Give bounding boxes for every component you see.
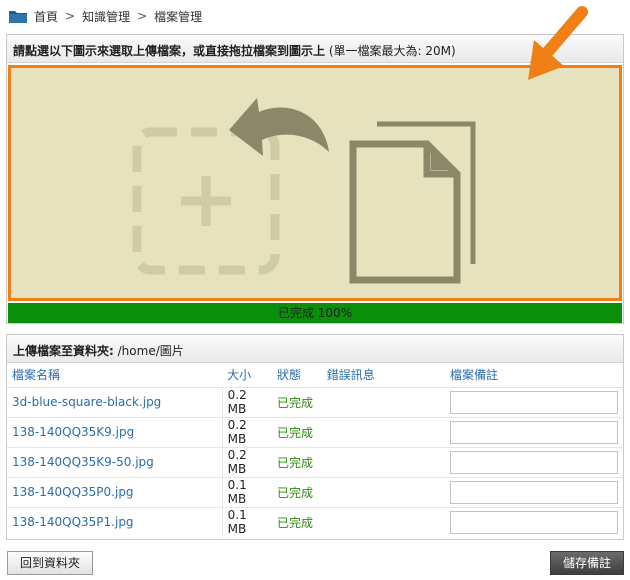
- file-name-link[interactable]: 3d-blue-square-black.jpg: [12, 395, 161, 409]
- file-error: [321, 417, 445, 448]
- upload-size-limit: (單一檔案最大為: 20M): [328, 44, 456, 58]
- file-error: [322, 507, 445, 537]
- upload-destination: 上傳檔案至資料夾: /home/圖片: [7, 335, 623, 363]
- upload-instruction-text: 請點選以下圖示來選取上傳檔案，或直接拖拉檔案到圖示上: [13, 44, 326, 58]
- drop-zone-illustration: [132, 98, 476, 284]
- column-header-size[interactable]: 大小: [222, 363, 272, 388]
- file-size: 0.1 MB: [221, 507, 272, 537]
- file-name-link[interactable]: 138-140QQ35P0.jpg: [12, 485, 134, 499]
- file-size: 0.2 MB: [221, 387, 272, 418]
- uploaded-files-panel: 上傳檔案至資料夾: /home/圖片 檔案名稱 大小 狀態 錯誤訊息 檔案備註 …: [6, 334, 624, 540]
- file-status: 已完成: [271, 387, 322, 418]
- column-header-note[interactable]: 檔案備註: [445, 363, 623, 388]
- save-notes-button[interactable]: 儲存備註: [550, 551, 624, 575]
- file-error: [321, 477, 445, 508]
- document-stack-icon: [349, 121, 476, 284]
- upload-destination-label: 上傳檔案至資料夾:: [13, 344, 114, 358]
- back-to-folder-button[interactable]: 回到資料夾: [7, 551, 93, 575]
- table-row: 138-140QQ35P1.jpg 0.1 MB 已完成: [7, 507, 623, 537]
- upload-progress-label: 已完成 100%: [277, 306, 353, 320]
- breadcrumb-knowledge-management[interactable]: 知識管理: [82, 8, 130, 25]
- file-error: [321, 387, 445, 418]
- file-size: 0.2 MB: [221, 417, 272, 448]
- file-note-input[interactable]: [450, 450, 618, 474]
- table-row: 3d-blue-square-black.jpg 0.2 MB 已完成: [7, 387, 623, 418]
- file-note-input[interactable]: [450, 480, 618, 504]
- file-name-link[interactable]: 138-140QQ35K9-50.jpg: [12, 455, 154, 469]
- column-header-name[interactable]: 檔案名稱: [7, 363, 223, 388]
- table-row: 138-140QQ35K9-50.jpg 0.2 MB 已完成: [7, 447, 623, 478]
- table-row: 138-140QQ35P0.jpg 0.1 MB 已完成: [7, 477, 623, 508]
- breadcrumb-home[interactable]: 首頁: [34, 8, 58, 25]
- table-row: 138-140QQ35K9.jpg 0.2 MB 已完成: [7, 417, 623, 448]
- add-file-placeholder-icon: [132, 127, 280, 275]
- file-note-input[interactable]: [450, 390, 618, 414]
- file-status: 已完成: [276, 515, 313, 530]
- breadcrumb-separator: >: [137, 9, 148, 23]
- column-header-status[interactable]: 狀態: [271, 363, 322, 388]
- breadcrumb-separator: >: [65, 9, 76, 23]
- breadcrumb-file-management: 檔案管理: [154, 9, 203, 24]
- column-header-error[interactable]: 錯誤訊息: [321, 363, 445, 388]
- file-status: 已完成: [271, 417, 322, 448]
- upload-instruction: 請點選以下圖示來選取上傳檔案，或直接拖拉檔案到圖示上 (單一檔案最大為: 20M…: [7, 35, 623, 63]
- file-drop-zone[interactable]: [8, 65, 622, 301]
- file-name-link[interactable]: 138-140QQ35K9.jpg: [12, 425, 134, 439]
- file-name-link[interactable]: 138-140QQ35P1.jpg: [12, 515, 134, 529]
- file-error: [321, 447, 445, 478]
- uploaded-files-table: 檔案名稱 大小 狀態 錯誤訊息 檔案備註 3d-blue-square-blac…: [7, 363, 623, 537]
- file-note-input[interactable]: [450, 510, 618, 534]
- file-note-input[interactable]: [450, 420, 618, 444]
- file-size: 0.1 MB: [221, 477, 272, 508]
- upload-destination-path: /home/圖片: [117, 344, 184, 358]
- upload-panel: 請點選以下圖示來選取上傳檔案，或直接拖拉檔案到圖示上 (單一檔案最大為: 20M…: [6, 34, 624, 324]
- file-size: 0.2 MB: [221, 447, 272, 478]
- file-status: 已完成: [271, 447, 322, 478]
- table-header-row: 檔案名稱 大小 狀態 錯誤訊息 檔案備註: [7, 363, 623, 388]
- breadcrumb: 首頁 > 知識管理 > 檔案管理: [8, 6, 202, 26]
- upload-progress-bar: 已完成 100%: [8, 303, 622, 323]
- file-status: 已完成: [271, 477, 322, 508]
- folder-icon: [9, 11, 27, 23]
